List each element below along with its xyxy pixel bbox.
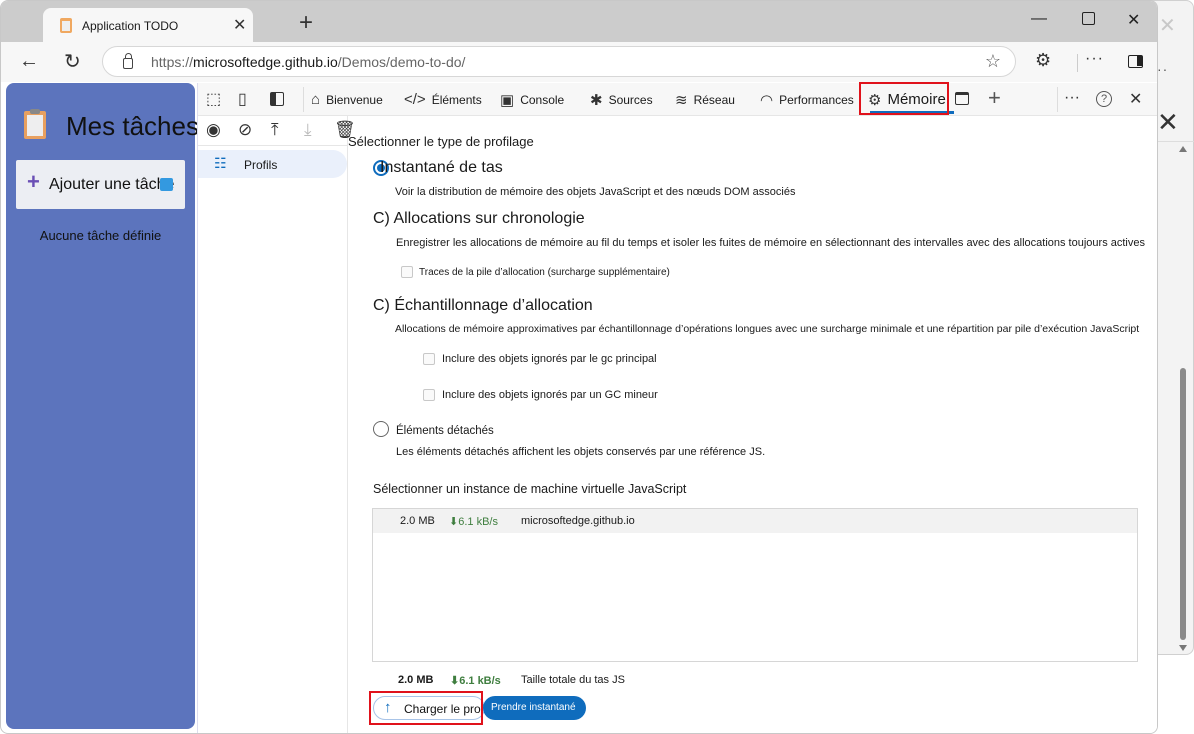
address-toolbar: ← ↻ https://microsoftedge.github.io/Demo… <box>1 42 1157 82</box>
tab-welcome[interactable]: ⌂ Bienvenue <box>311 83 383 116</box>
download-icon[interactable]: ⤓ <box>304 120 312 140</box>
url-text[interactable]: https://microsoftedge.github.io/Demos/de… <box>151 54 465 70</box>
clipboard-icon <box>24 109 46 139</box>
close-tab-icon[interactable]: ✕ <box>233 15 246 35</box>
checkbox-minor-gc[interactable] <box>423 389 435 401</box>
console-icon: ▣ <box>500 91 515 109</box>
option-title[interactable]: C) Allocations sur chronologie <box>373 210 585 228</box>
help-icon[interactable]: ? <box>1096 91 1112 107</box>
divider <box>303 87 304 112</box>
vm-name: microsoftedge.github.io <box>521 515 635 527</box>
devtools-toolbar: ⬚ ▯ ⌂ Bienvenue </> Éléments ▣ Console ✱… <box>198 82 1157 116</box>
devtools-panel: ⬚ ▯ ⌂ Bienvenue </> Éléments ▣ Console ✱… <box>197 82 1157 733</box>
code-icon: </> <box>404 91 426 108</box>
address-bar[interactable]: https://microsoftedge.github.io/Demos/de… <box>102 46 1016 77</box>
tab-console[interactable]: ▣ Console <box>500 83 564 116</box>
select-type-heading: Sélectionner le type de profilage <box>348 134 534 149</box>
gauge-icon: ◠ <box>760 91 774 109</box>
more-options-icon[interactable]: ··· <box>1064 89 1080 107</box>
lock-icon[interactable] <box>123 53 133 69</box>
close-icon[interactable]: ✕ <box>1157 107 1179 138</box>
highlight-box <box>369 691 483 725</box>
vm-instance-row[interactable]: 2.0 MB ⬇6.1 kB/s microsoftedge.github.io <box>373 509 1137 533</box>
maximize-button[interactable] <box>1082 12 1095 25</box>
tab-network[interactable]: ≋ Réseau <box>675 83 735 116</box>
option-description: Allocations de mémoire approximatives pa… <box>395 323 1140 335</box>
tab-elements[interactable]: </> Éléments <box>404 83 482 116</box>
plus-icon: + <box>27 169 40 194</box>
option-description: Voir la distribution de mémoire des obje… <box>395 186 796 198</box>
vm-size: 2.0 MB <box>400 515 435 527</box>
browser-tab[interactable]: Application TODO ✕ <box>43 8 253 43</box>
back-button[interactable]: ← <box>19 50 39 73</box>
checkbox-label: Inclure des objets ignorés par le gc pri… <box>442 353 657 365</box>
sliders-icon: ☷ <box>214 155 227 171</box>
bug-icon: ✱ <box>590 91 603 109</box>
close-icon[interactable]: ✕ <box>1159 13 1176 38</box>
home-icon: ⌂ <box>311 91 321 108</box>
wifi-icon: ≋ <box>675 91 688 109</box>
vm-rate: ⬇6.1 kB/s <box>449 516 498 528</box>
extensions-icon[interactable]: ⚙ <box>1035 50 1051 71</box>
clear-icon[interactable]: ⊘ <box>238 120 252 140</box>
scroll-down-arrow-icon[interactable] <box>1179 645 1187 651</box>
profiles-panel: ◉ ⊘ ⤒ ⤓ 🗑 ☷ Profils <box>198 116 356 733</box>
device-emulation-icon[interactable]: ▯ <box>238 89 247 109</box>
checkbox-allocation-stack[interactable] <box>401 266 413 278</box>
option-title[interactable]: C) Échantillonnage d’allocation <box>373 297 593 315</box>
close-devtools-icon[interactable]: ✕ <box>1129 89 1142 109</box>
vertical-scrollbar[interactable] <box>1176 146 1190 651</box>
more-options-icon[interactable]: ··· <box>1085 50 1104 68</box>
empty-state-text: Aucune tâche définie <box>39 228 162 243</box>
option-description: Les éléments détachés affichent les obje… <box>396 446 766 458</box>
add-task-label: Ajouter une tâche <box>49 176 175 193</box>
option-description: Enregistrer les allocations de mémoire a… <box>396 237 1145 249</box>
tab-sources[interactable]: ✱ Sources <box>590 83 653 116</box>
app-title: Mes tâches <box>66 111 199 141</box>
checkbox-label: Inclure des objets ignorés par un GC min… <box>442 389 658 401</box>
dock-panel-icon[interactable] <box>955 92 969 105</box>
memory-main: Sélectionner le type de profilage Instan… <box>348 116 1157 733</box>
total-label: Taille totale du tas JS <box>521 674 625 686</box>
browser-window: Application TODO ✕ + — ✕ ← ↻ https://mic… <box>0 0 1158 734</box>
scrollbar-thumb[interactable] <box>1180 368 1186 640</box>
sidebar-item-profiles[interactable]: ☷ Profils <box>198 150 347 178</box>
sidebar-toggle-icon[interactable] <box>1128 55 1143 68</box>
profiles-toolbar: ◉ ⊘ ⤒ ⤓ 🗑 <box>198 116 356 146</box>
new-tab-button[interactable]: + <box>299 9 313 37</box>
more-icon: ·· <box>1157 61 1169 77</box>
todo-sidebar: Mes tâches + Ajouter une tâche Aucune tâ… <box>6 83 199 729</box>
divider <box>1077 54 1078 72</box>
total-rate: ⬇6.1 kB/s <box>450 675 501 687</box>
checkbox-label: Traces de la pile d’allocation (surcharg… <box>419 267 670 278</box>
upload-icon[interactable]: ⤒ <box>271 120 279 140</box>
add-task-button[interactable]: + Ajouter une tâche <box>16 160 185 209</box>
vm-heading: Sélectionner un instance de machine virt… <box>373 482 687 496</box>
record-icon[interactable]: ◉ <box>206 120 221 140</box>
divider <box>1057 87 1058 112</box>
total-size: 2.0 MB <box>398 674 434 686</box>
reload-button[interactable]: ↻ <box>64 49 81 74</box>
clipboard-icon <box>60 18 72 33</box>
vm-instance-list: 2.0 MB ⬇6.1 kB/s microsoftedge.github.io <box>372 508 1138 662</box>
dock-icon[interactable] <box>270 92 284 106</box>
title-bar: Application TODO ✕ + — ✕ <box>1 1 1157 43</box>
cursor-icon <box>160 178 173 191</box>
close-window-button[interactable]: ✕ <box>1127 10 1140 30</box>
tab-title: Application TODO <box>82 19 179 33</box>
scroll-up-arrow-icon[interactable] <box>1179 146 1187 152</box>
take-snapshot-button[interactable]: Prendre instantané <box>483 696 586 720</box>
option-title: Éléments détachés <box>396 425 494 437</box>
minimize-button[interactable]: — <box>1031 10 1047 28</box>
radio-detached-elements[interactable] <box>373 421 389 437</box>
more-tools-icon[interactable]: + <box>988 85 1001 111</box>
inspect-element-icon[interactable]: ⬚ <box>206 89 221 109</box>
favorite-star-icon[interactable]: ☆ <box>985 51 1001 72</box>
checkbox-major-gc[interactable] <box>423 353 435 365</box>
tab-performance[interactable]: ◠ Performances <box>760 83 854 116</box>
highlight-box <box>859 82 949 115</box>
option-title: Instantané de tas <box>380 159 503 176</box>
